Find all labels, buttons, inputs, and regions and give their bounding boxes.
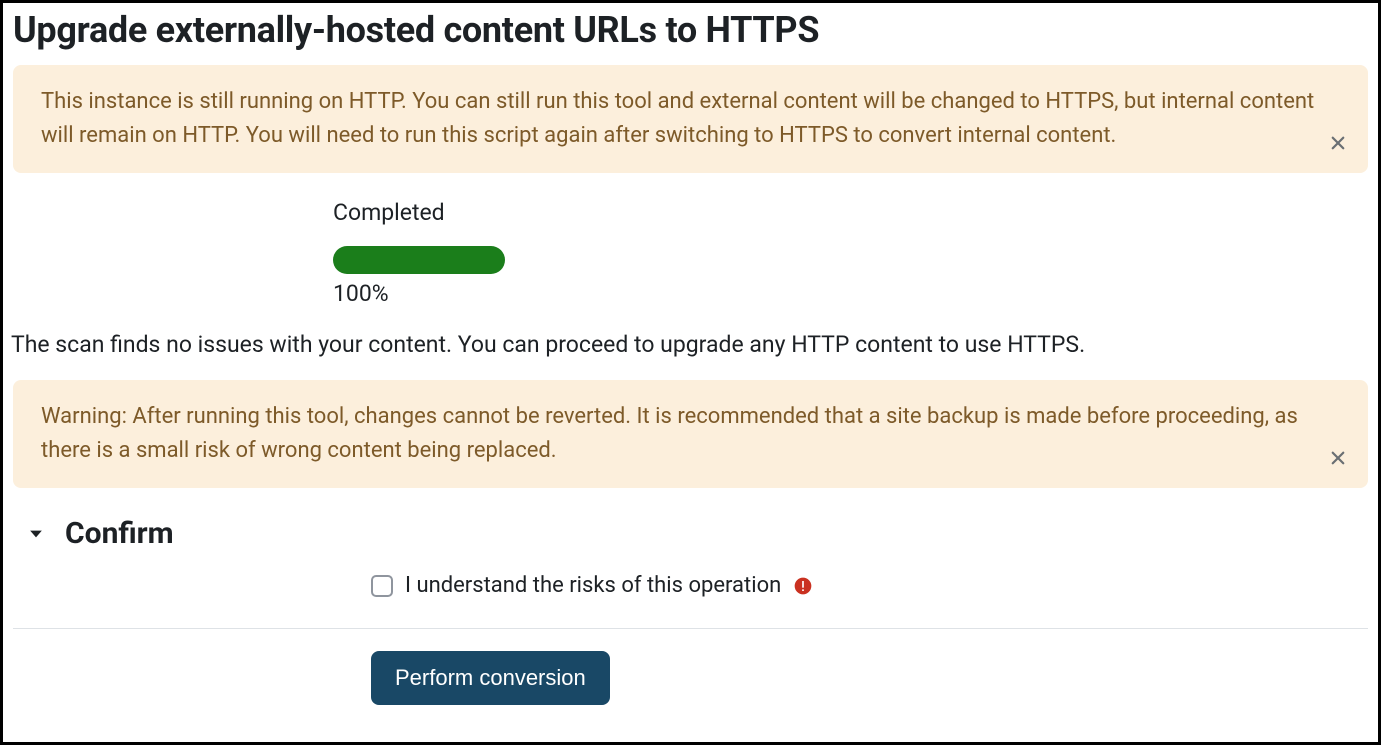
alert-revert-warning-text: Warning: After running this tool, change… — [41, 404, 1298, 463]
section-divider — [13, 628, 1368, 629]
close-icon[interactable] — [1326, 446, 1350, 470]
progress-bar — [333, 246, 505, 274]
chevron-down-icon — [25, 523, 47, 545]
progress-block: Completed 100% — [333, 199, 1368, 307]
progress-percent: 100% — [333, 280, 1368, 307]
alert-http-notice-text: This instance is still running on HTTP. … — [41, 89, 1314, 148]
close-icon[interactable] — [1326, 131, 1350, 155]
page-title: Upgrade externally-hosted content URLs t… — [13, 9, 1368, 51]
understand-risks-label: I understand the risks of this operation — [405, 573, 781, 598]
alert-revert-warning: Warning: After running this tool, change… — [13, 380, 1368, 488]
understand-risks-checkbox[interactable] — [371, 575, 393, 597]
confirm-section-toggle[interactable]: Confirm — [25, 516, 1368, 551]
required-icon — [793, 576, 813, 596]
progress-status-label: Completed — [333, 199, 1368, 226]
confirm-heading: Confirm — [65, 516, 174, 551]
perform-conversion-button[interactable]: Perform conversion — [371, 651, 610, 705]
alert-http-notice: This instance is still running on HTTP. … — [13, 65, 1368, 173]
confirm-checkbox-row: I understand the risks of this operation — [371, 573, 1368, 628]
scan-result-text: The scan finds no issues with your conte… — [11, 331, 1368, 358]
